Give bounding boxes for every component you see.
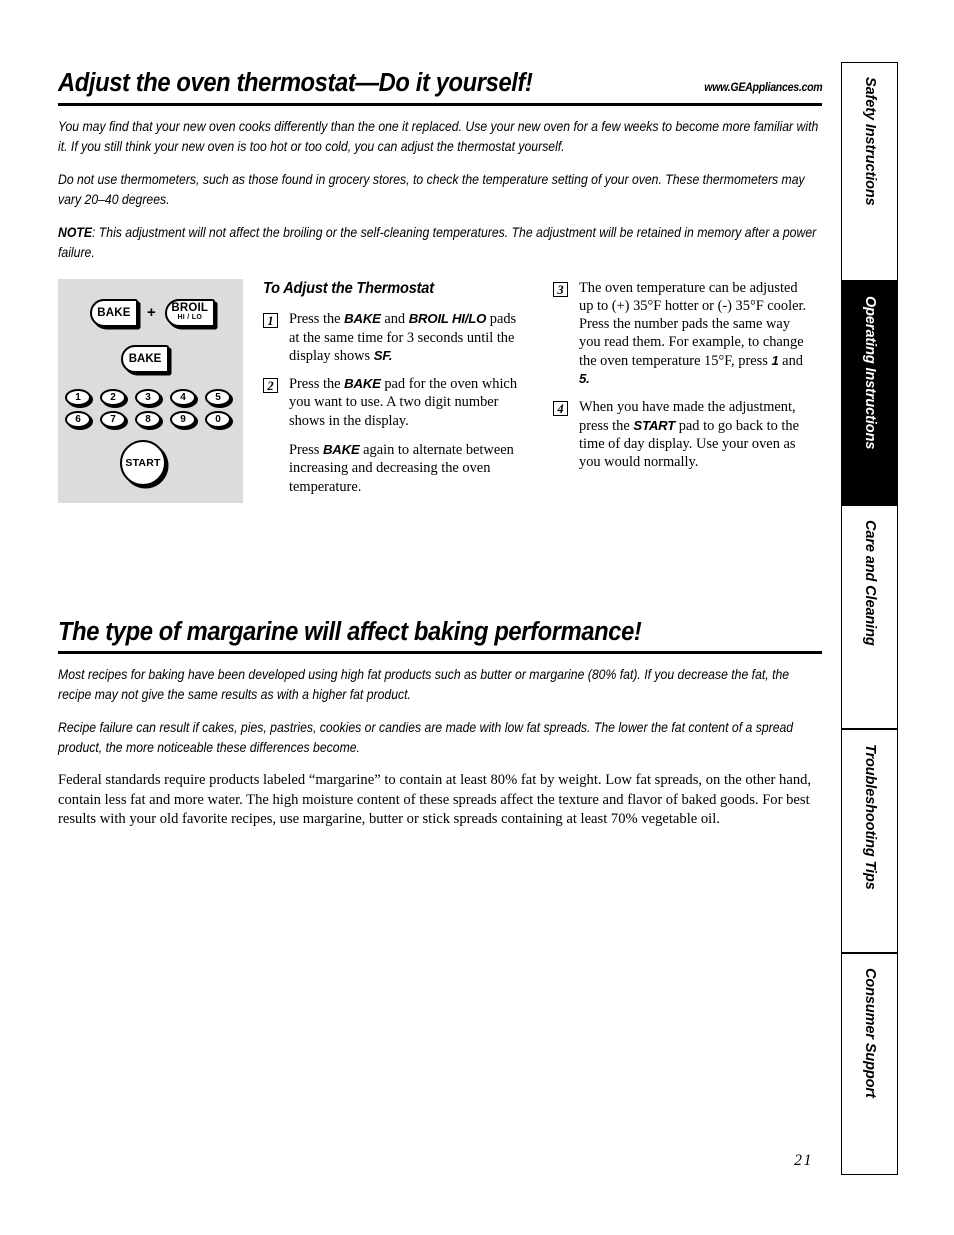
- step-run: Press the: [289, 376, 345, 393]
- control-panel-illustration: BAKE + BROIL HI / LO BAKE 1 2 3 4 5 6 7 …: [58, 278, 243, 503]
- instruction-step-1: 1 Press the BAKE and BROIL HI/LO pads at …: [263, 310, 528, 365]
- tab-label: Consumer Support: [861, 968, 878, 1098]
- section1-header: Adjust the oven thermostat—Do it yoursel…: [58, 70, 822, 106]
- tab-consumer-support[interactable]: Consumer Support: [841, 953, 898, 1175]
- plus-sign: +: [147, 304, 156, 322]
- step-text: Press the BAKE and BROIL HI/LO pads at t…: [289, 310, 528, 365]
- number-pad-3: 3: [135, 388, 161, 406]
- step-paragraph: When you have made the adjustment, press…: [579, 398, 813, 471]
- number-pad-7: 7: [100, 410, 126, 428]
- step-number-marker: 2: [263, 378, 278, 394]
- steps-heading: To Adjust the Thermostat: [263, 279, 434, 297]
- number-pad-5: 5: [205, 388, 231, 406]
- section2-intro-paragraph-1: Most recipes for baking have been develo…: [58, 667, 790, 703]
- step-run: and: [380, 311, 409, 328]
- page-number: 21: [794, 1152, 813, 1169]
- instruction-step-4: 4 When you have made the adjustment, pres…: [553, 398, 813, 471]
- bake-broil-pad-row: BAKE + BROIL HI / LO: [90, 298, 215, 327]
- section1-title: Adjust the oven thermostat—Do it yoursel…: [58, 69, 533, 97]
- section1-intro-paragraph-1: You may find that your new oven cooks di…: [58, 118, 819, 154]
- keypad-keyword: BROIL HI/LO: [408, 311, 487, 327]
- start-pad-label: START: [125, 456, 161, 469]
- steps-list-left: 1 Press the BAKE and BROIL HI/LO pads at …: [263, 310, 528, 496]
- step-paragraph: The oven temperature can be adjusted up …: [579, 279, 813, 389]
- keypad-keyword: BAKE: [322, 441, 360, 457]
- tab-label: Safety Instructions: [861, 77, 878, 206]
- number-pad-row-2: 6 7 8 9 0: [65, 410, 237, 428]
- number-pad-9: 9: [170, 410, 196, 428]
- instruction-step-3: 3 The oven temperature can be adjusted up…: [553, 279, 813, 389]
- number-pad-8: 8: [135, 410, 161, 428]
- keypad-keyword: SF.: [373, 347, 393, 363]
- bake-pad-top-label: BAKE: [97, 306, 131, 319]
- step-number-marker: 3: [553, 281, 568, 297]
- section1-note: NOTE: This adjustment will not affect th…: [58, 223, 821, 263]
- bake-pad-middle-label: BAKE: [128, 352, 162, 365]
- section2-title: The type of margarine will affect baking…: [58, 617, 642, 646]
- number-pad-grid: 1 2 3 4 5 6 7 8 9 0: [65, 388, 237, 433]
- broil-hi-lo-pad: BROIL HI / LO: [164, 298, 215, 327]
- keypad-keyword: 5.: [579, 370, 590, 386]
- keypad-keyword: 1: [771, 352, 779, 368]
- number-pad-4: 4: [170, 388, 196, 406]
- keypad-keyword: START: [633, 417, 676, 433]
- start-pad: START: [120, 439, 166, 486]
- number-pad-2: 2: [100, 388, 126, 406]
- step-paragraph: Press the BAKE and BROIL HI/LO pads at t…: [289, 310, 528, 365]
- step-paragraph: Press BAKE again to alternate between in…: [289, 441, 528, 496]
- steps-column-right: 3 The oven temperature can be adjusted up…: [553, 279, 813, 482]
- ge-appliances-url: www.GEAppliances.com: [703, 82, 822, 94]
- section2: The type of margarine will affect baking…: [58, 617, 822, 830]
- tab-operating-instructions[interactable]: Operating Instructions: [841, 281, 898, 505]
- step-run: Press: [289, 441, 323, 458]
- step-number-marker: 4: [553, 401, 568, 417]
- section1-intro-paragraph-2: Do not use thermometers, such as those f…: [58, 171, 805, 207]
- step-run: and: [778, 352, 803, 369]
- number-pad-1: 1: [65, 388, 91, 406]
- note-text: : This adjustment will not affect the br…: [58, 224, 817, 260]
- step-run: Press the: [289, 311, 345, 328]
- number-pad-row-1: 1 2 3 4 5: [65, 388, 237, 406]
- instruction-step-2: 2 Press the BAKE pad for the oven which y…: [263, 375, 528, 496]
- tab-label: Troubleshooting Tips: [861, 744, 878, 890]
- section2-header: The type of margarine will affect baking…: [58, 617, 822, 655]
- number-pad-0: 0: [205, 410, 231, 428]
- step-paragraph: Press the BAKE pad for the oven which yo…: [289, 375, 528, 430]
- number-pad-6: 6: [65, 410, 91, 428]
- tab-troubleshooting-tips[interactable]: Troubleshooting Tips: [841, 729, 898, 953]
- section2-body-paragraph: Federal standards require products label…: [58, 772, 812, 828]
- steps-list-right: 3 The oven temperature can be adjusted up…: [553, 279, 813, 472]
- note-label: NOTE: [58, 224, 92, 240]
- tab-safety-instructions[interactable]: Safety Instructions: [841, 62, 898, 281]
- main-content: Adjust the oven thermostat—Do it yoursel…: [58, 70, 822, 829]
- step-text: The oven temperature can be adjusted up …: [579, 279, 813, 389]
- step-text: When you have made the adjustment, press…: [579, 398, 813, 471]
- bake-pad-middle: BAKE: [121, 344, 169, 373]
- keypad-keyword: BAKE: [344, 311, 381, 327]
- broil-pad-label-line1: BROIL: [171, 301, 209, 314]
- tab-label: Care and Cleaning: [861, 520, 878, 646]
- thermostat-instruction-block: BAKE + BROIL HI / LO BAKE 1 2 3 4 5 6 7 …: [58, 278, 822, 511]
- manual-page: Adjust the oven thermostat—Do it yoursel…: [0, 0, 954, 1235]
- steps-column-left: To Adjust the Thermostat 1 Press the BAKE…: [263, 279, 528, 506]
- bake-pad-top: BAKE: [90, 298, 138, 327]
- step-text: Press the BAKE pad for the oven which yo…: [289, 375, 528, 496]
- section2-intro-paragraph-2: Recipe failure can result if cakes, pies…: [58, 720, 794, 756]
- keypad-keyword: BAKE: [344, 376, 381, 392]
- section-tab-strip: Safety Instructions Operating Instruction…: [841, 62, 898, 1175]
- tab-label: Operating Instructions: [861, 296, 878, 450]
- broil-pad-label-line2: HI / LO: [177, 314, 203, 322]
- step-number-marker: 1: [263, 313, 278, 329]
- tab-care-and-cleaning[interactable]: Care and Cleaning: [841, 505, 898, 729]
